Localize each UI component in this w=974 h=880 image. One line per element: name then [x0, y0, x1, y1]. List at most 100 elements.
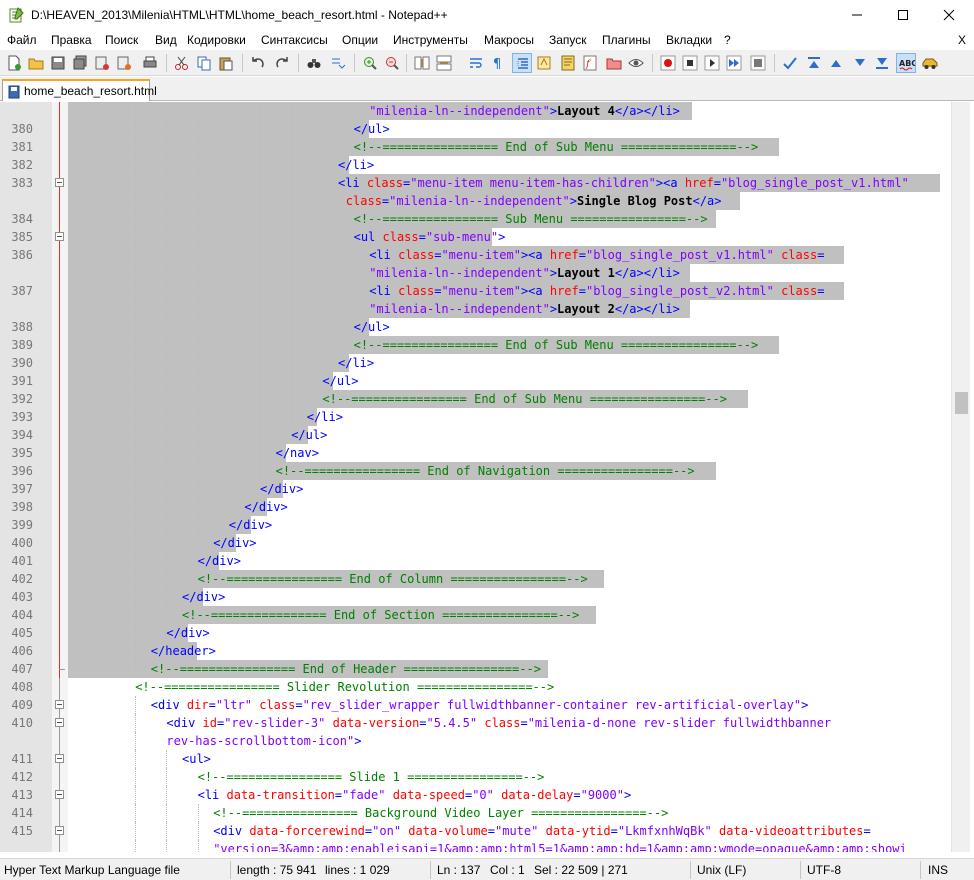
auto-spell-check-button[interactable]: ABC	[896, 53, 916, 73]
tab-home-beach-resort[interactable]: home_beach_resort.html	[2, 79, 157, 101]
code-line[interactable]: 388 </ul>	[0, 318, 951, 336]
vertical-scrollbar[interactable]	[951, 102, 970, 852]
code-line[interactable]: "version=3&amp;amp;enablejsapi=1&amp;amp…	[0, 840, 951, 852]
close-button[interactable]	[926, 0, 972, 30]
move-top-button[interactable]	[804, 53, 824, 73]
fold-toggle-icon[interactable]	[55, 178, 64, 187]
code-line[interactable]: 393 </li>	[0, 408, 951, 426]
code-line[interactable]: 395 </nav>	[0, 444, 951, 462]
fold-toggle-icon[interactable]	[55, 718, 64, 727]
open-file-button[interactable]	[26, 53, 46, 73]
code-line[interactable]: "milenia-ln--independent">Layout 2</a></…	[0, 300, 951, 318]
code-line[interactable]: 390 </li>	[0, 354, 951, 372]
move-bottom-button[interactable]	[872, 53, 892, 73]
menu-tools[interactable]: Инструменты	[393, 33, 468, 47]
zoom-in-button[interactable]	[360, 53, 380, 73]
undo-button[interactable]	[248, 53, 268, 73]
document-map-button[interactable]	[558, 53, 578, 73]
word-wrap-button[interactable]	[466, 53, 486, 73]
code-line[interactable]: 398 </div>	[0, 498, 951, 516]
code-line[interactable]: 389 <!--================ End of Sub Menu …	[0, 336, 951, 354]
code-line[interactable]: 405 </div>	[0, 624, 951, 642]
code-line[interactable]: 412 <!--================ Slide 1 ========…	[0, 768, 951, 786]
code-line[interactable]: "milenia-ln--independent">Layout 4</a></…	[0, 102, 951, 120]
paste-button[interactable]	[216, 53, 236, 73]
fold-toggle-icon[interactable]	[55, 790, 64, 799]
indent-guide-button[interactable]	[512, 53, 532, 73]
sync-horizontal-button[interactable]	[434, 53, 454, 73]
play-macro-button[interactable]	[702, 53, 722, 73]
code-line[interactable]: 391 </ul>	[0, 372, 951, 390]
fold-toggle-icon[interactable]	[55, 754, 64, 763]
record-macro-button[interactable]	[658, 53, 678, 73]
code-line[interactable]: 394 </ul>	[0, 426, 951, 444]
code-line[interactable]: 414 <!--================ Background Video…	[0, 804, 951, 822]
code-line[interactable]: 411 <ul>	[0, 750, 951, 768]
new-file-button[interactable]	[4, 53, 24, 73]
menu-syntax[interactable]: Синтаксисы	[261, 33, 328, 47]
code-line[interactable]: rev-has-scrollbottom-icon">	[0, 732, 951, 750]
define-language-button[interactable]	[534, 53, 554, 73]
close-document-button[interactable]: X	[958, 33, 966, 47]
maximize-button[interactable]	[880, 0, 926, 30]
save-macro-button[interactable]	[748, 53, 768, 73]
menu-tabs[interactable]: Вкладки	[666, 33, 712, 47]
menu-run[interactable]: Запуск	[549, 33, 587, 47]
code-line[interactable]: 415 <div data-forcerewind="on" data-volum…	[0, 822, 951, 840]
code-line[interactable]: 382 </li>	[0, 156, 951, 174]
code-line[interactable]: 401 </div>	[0, 552, 951, 570]
replace-button[interactable]	[328, 53, 348, 73]
menu-encoding[interactable]: Кодировки	[187, 33, 246, 47]
menu-help[interactable]: ?	[724, 33, 731, 47]
code-line[interactable]: 384 <!--================ Sub Menu =======…	[0, 210, 951, 228]
code-line[interactable]: 403 </div>	[0, 588, 951, 606]
fold-toggle-icon[interactable]	[55, 826, 64, 835]
menu-edit[interactable]: Правка	[51, 33, 92, 47]
code-line[interactable]: 381 <!--================ End of Sub Menu …	[0, 138, 951, 156]
run-macro-multiple-button[interactable]	[724, 53, 744, 73]
copy-button[interactable]	[194, 53, 214, 73]
car-plugin-button[interactable]	[920, 53, 940, 73]
code-line[interactable]: 383 <li class="menu-item menu-item-has-ch…	[0, 174, 951, 192]
fold-toggle-icon[interactable]	[55, 700, 64, 709]
code-line[interactable]: 397 </div>	[0, 480, 951, 498]
code-line[interactable]: 413 <li data-transition="fade" data-speed…	[0, 786, 951, 804]
code-line[interactable]: 408 <!--================ Slider Revolutio…	[0, 678, 951, 696]
menu-plugins[interactable]: Плагины	[602, 33, 651, 47]
zoom-out-button[interactable]	[382, 53, 402, 73]
stop-macro-button[interactable]	[680, 53, 700, 73]
code-line[interactable]: 396 <!--================ End of Navigatio…	[0, 462, 951, 480]
print-button[interactable]	[140, 53, 160, 73]
code-line[interactable]: 392 <!--================ End of Sub Menu …	[0, 390, 951, 408]
code-line[interactable]: 410 <div id="rev-slider-3" data-version="…	[0, 714, 951, 732]
code-line[interactable]: 399 </div>	[0, 516, 951, 534]
code-line[interactable]: 404 <!--================ End of Section =…	[0, 606, 951, 624]
code-line[interactable]: 409 <div dir="ltr" class="rev_slider_wrap…	[0, 696, 951, 714]
fold-toggle-icon[interactable]	[55, 232, 64, 241]
save-all-button[interactable]	[70, 53, 90, 73]
code-line[interactable]: 402 <!--================ End of Column ==…	[0, 570, 951, 588]
menu-search[interactable]: Поиск	[105, 33, 138, 47]
close-file-button[interactable]	[92, 53, 112, 73]
code-editor[interactable]: "milenia-ln--independent">Layout 4</a></…	[0, 102, 951, 852]
code-line[interactable]: "milenia-ln--independent">Layout 1</a></…	[0, 264, 951, 282]
minimize-button[interactable]	[834, 0, 880, 30]
menu-macros[interactable]: Макросы	[484, 33, 534, 47]
code-line[interactable]: 406 </header>	[0, 642, 951, 660]
code-line[interactable]: 386 <li class="menu-item"><a href="blog_s…	[0, 246, 951, 264]
menu-file[interactable]: Файл	[7, 33, 37, 47]
move-up-button[interactable]	[826, 53, 846, 73]
save-button[interactable]	[48, 53, 68, 73]
code-line[interactable]: 387 <li class="menu-item"><a href="blog_s…	[0, 282, 951, 300]
code-line[interactable]: 385 <ul class="sub-menu">	[0, 228, 951, 246]
code-line[interactable]: 380 </ul>	[0, 120, 951, 138]
scrollbar-thumb[interactable]	[955, 392, 968, 414]
code-line[interactable]: class="milenia-ln--independent">Single B…	[0, 192, 951, 210]
menu-view[interactable]: Вид	[155, 33, 177, 47]
monitoring-button[interactable]	[626, 53, 646, 73]
code-line[interactable]: 400 </div>	[0, 534, 951, 552]
find-button[interactable]	[304, 53, 324, 73]
move-down-button[interactable]	[850, 53, 870, 73]
menu-options[interactable]: Опции	[342, 33, 378, 47]
cut-button[interactable]	[172, 53, 192, 73]
